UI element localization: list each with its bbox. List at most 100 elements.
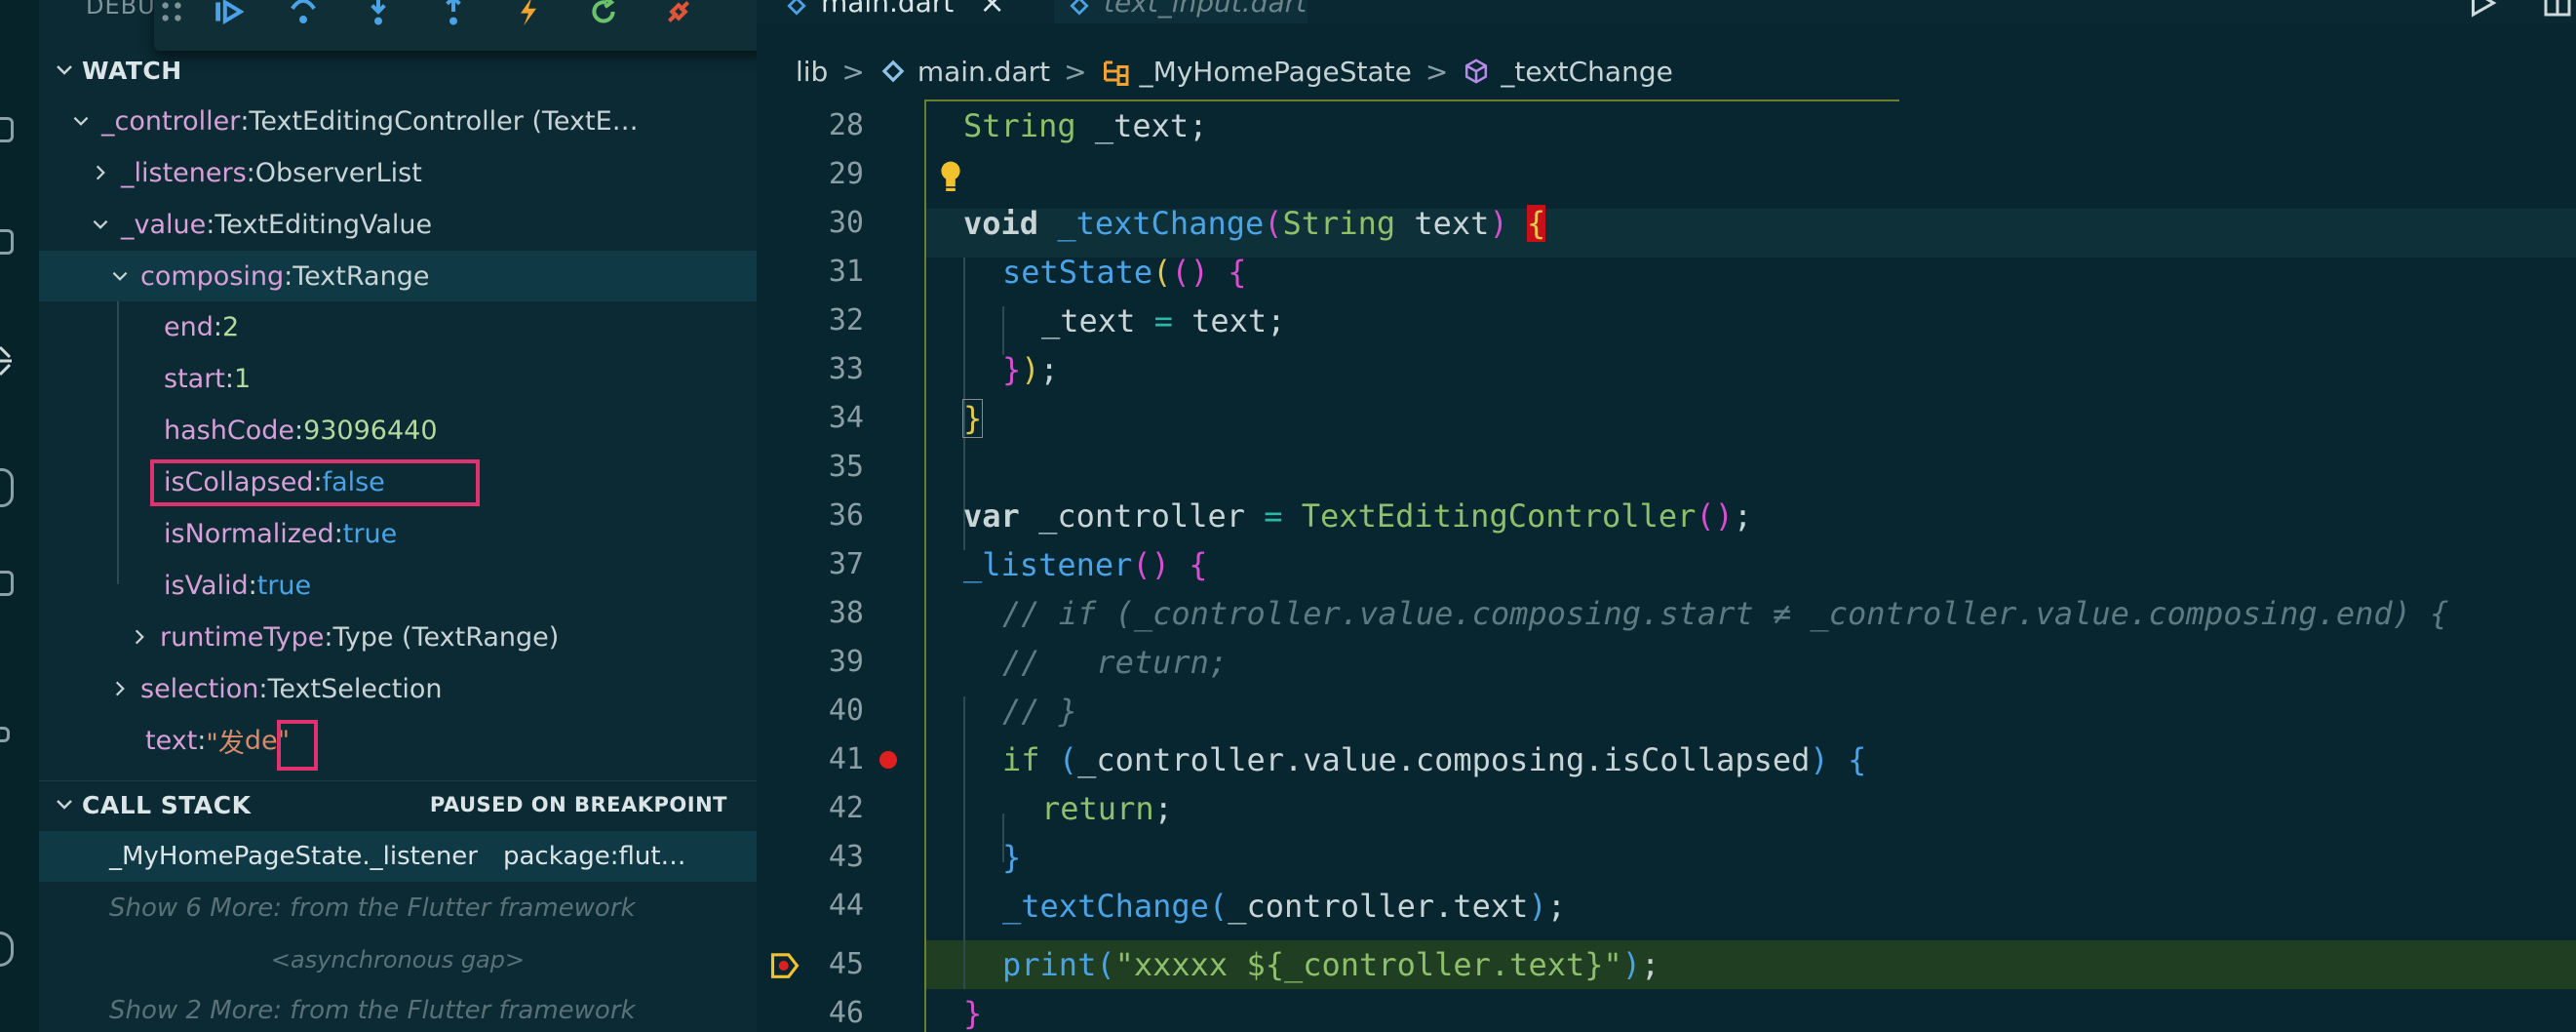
run-icon[interactable] [2467,0,2500,21]
continue-icon[interactable] [211,0,246,29]
code-token: setState [1002,254,1153,291]
code-line[interactable]: 43 } [757,833,2576,882]
code-token: "xxxxx ${_controller.text}" [1114,946,1622,983]
line-number: 28 [828,108,864,142]
watch-item-hashcode[interactable]: hashCode: 93096440 [39,405,757,456]
chevron-right-icon[interactable] [107,676,133,701]
tab-main-dart[interactable]: main.dart × [786,0,1005,23]
code-line[interactable]: 46 } [757,989,2576,1032]
code-text: var _controller = TextEditingController(… [963,492,1752,540]
activity-bar [0,0,39,1032]
watch-section-header[interactable]: WATCH [39,47,757,94]
code-line[interactable]: 30 void _textChange(String text) { [757,199,2576,248]
frame-source: package:flut… [502,842,686,871]
code-line[interactable]: 32 _text = text; [757,297,2576,345]
code-line-current[interactable]: 45 print("xxxxx ${_controller.text}"); [757,940,2576,989]
code-line[interactable]: 42 return; [757,784,2576,833]
code-token: String [963,107,1076,144]
chevron-down-icon[interactable] [107,263,133,289]
disconnect-icon[interactable] [661,0,696,29]
step-out-icon[interactable] [436,0,471,29]
show-more-label: Show 6 More: from the Flutter framework [109,893,636,923]
chevron-down-icon[interactable] [88,212,113,237]
search-icon[interactable] [0,229,14,255]
code-line[interactable]: 44 _textChange(_controller.text); [757,882,2576,931]
separator: : [213,311,222,342]
code-token: ) [1021,351,1040,388]
show-more-frames[interactable]: Show 6 More: from the Flutter framework [39,883,757,933]
split-editor-icon[interactable] [2543,0,2572,21]
code-token: } [1002,839,1022,876]
code-token: _controller.value.composing.isCollapsed [1077,741,1811,778]
line-number: 43 [828,840,864,874]
lightbulb-icon[interactable] [938,160,963,195]
watch-value: 2 [221,311,240,342]
chevron-down-icon[interactable] [68,108,94,134]
code-line[interactable]: 33 }); [757,345,2576,394]
tab-text-input-dart[interactable]: text_input.dart [1069,0,1307,23]
watch-key: _listeners [121,157,247,188]
breadcrumb-item-class[interactable]: _MyHomePageState [1140,56,1412,88]
callstack-frame[interactable]: _MyHomePageState._listener package:flut… [39,831,757,882]
watch-key: end [164,311,214,342]
debug-icon[interactable] [0,341,14,380]
explorer-icon[interactable] [0,117,14,142]
step-over-icon[interactable] [286,0,321,29]
breadcrumb-separator: > [841,55,865,88]
show-more-frames[interactable]: Show 2 More: from the Flutter framework [39,985,757,1032]
watch-value: true [256,570,312,601]
chevron-right-icon[interactable] [127,624,152,650]
testing-icon[interactable] [0,727,10,742]
watch-item-controller[interactable]: _controller: TextEditingController (Text… [39,96,757,146]
code-token: { [1526,205,1546,242]
watch-key: isValid [164,570,249,601]
code-text: void _textChange(String text) { [963,199,1546,248]
extensions-icon[interactable] [0,468,14,507]
remote-icon[interactable] [0,571,14,596]
watch-item-selection[interactable]: selection: TextSelection [39,663,757,714]
watch-item-runtimetype[interactable]: runtimeType: Type (TextRange) [39,612,757,662]
step-into-icon[interactable] [361,0,396,29]
breadcrumb-item-lib[interactable]: lib [796,56,828,88]
close-icon[interactable]: × [979,0,1005,20]
watch-value: TextSelection [267,673,443,704]
callstack-section-header[interactable]: CALL STACK PAUSED ON BREAKPOINT [39,780,757,828]
code-line[interactable]: 38 // if (_controller.value.composing.st… [757,589,2576,638]
restart-icon[interactable] [586,0,621,29]
code-token: return [1041,790,1154,827]
breadcrumb-item-method[interactable]: _textChange [1501,56,1672,88]
watch-item-start[interactable]: start: 1 [39,353,757,404]
watch-item-isnormalized[interactable]: isNormalized: true [39,508,757,559]
watch-item-isvalid[interactable]: isValid: true [39,560,757,611]
code-line[interactable]: 29 [757,150,2576,199]
breakpoint-icon[interactable] [879,751,897,769]
code-line[interactable]: 36 var _controller = TextEditingControll… [757,492,2576,540]
code-line[interactable]: 35 [757,443,2576,492]
watch-item-text[interactable]: text: "发 de " [39,715,757,766]
code-line[interactable]: 41 if (_controller.value.composing.isCol… [757,735,2576,784]
code-line[interactable]: 34 } [757,394,2576,443]
watch-item-value[interactable]: _value: TextEditingValue [39,199,757,250]
code-token: ( [1264,205,1283,242]
watch-value: TextRange [293,260,430,292]
code-line[interactable]: 31 setState(() { [757,248,2576,297]
code-token: ( [1096,946,1115,983]
code-text: return; [1041,784,1173,833]
tab-bar: main.dart × text_input.dart [757,0,2576,23]
account-icon[interactable] [0,932,14,967]
hot-reload-icon[interactable] [511,0,546,29]
code-line[interactable]: 40 // } [757,687,2576,735]
watch-value: Type (TextRange) [332,621,560,653]
watch-item-end[interactable]: end: 2 [39,301,757,352]
watch-item-listeners[interactable]: _listeners: ObserverList [39,147,757,198]
breadcrumb-item-file[interactable]: main.dart [917,56,1050,88]
chevron-right-icon[interactable] [88,160,113,185]
code-line[interactable]: 37 _listener() { [757,540,2576,589]
watch-value: TextEditingController (TextE… [249,105,639,137]
code-token: () [1171,254,1209,291]
code-token: ) [1810,741,1829,778]
code-line[interactable]: 39 // return; [757,638,2576,687]
code-line[interactable]: 28 String _text; [757,101,2576,150]
drag-handle-icon[interactable] [154,0,189,29]
watch-item-composing[interactable]: composing: TextRange [39,251,757,301]
